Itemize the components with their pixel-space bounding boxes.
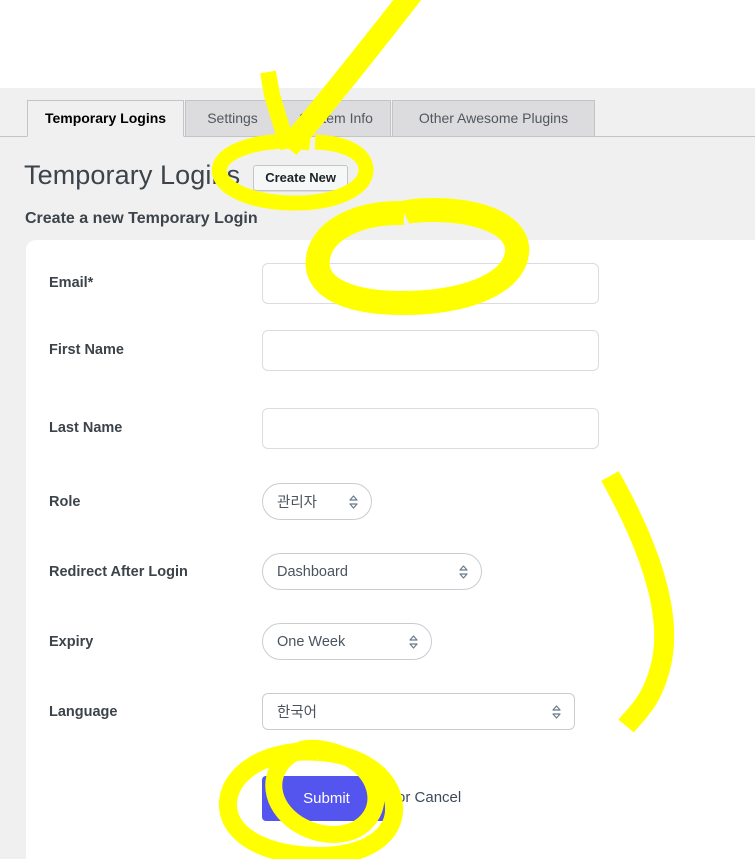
- last-name-label: Last Name: [49, 420, 123, 436]
- language-select[interactable]: 한국어: [262, 693, 575, 730]
- expiry-select-value: One Week: [277, 633, 346, 650]
- cancel-area: or Cancel: [397, 789, 461, 806]
- form-row-last-name: Last Name: [26, 408, 755, 449]
- admin-page: Temporary Logins Settings System Info Ot…: [0, 0, 755, 859]
- form-row-submit: Submit or Cancel: [26, 776, 755, 821]
- page-heading-row: Temporary Logins Create New: [24, 160, 349, 191]
- up-down-spinner-icon: [458, 564, 469, 580]
- form-row-role: Role 관리자: [26, 483, 755, 520]
- expiry-select[interactable]: One Week: [262, 623, 432, 660]
- section-subtitle: Create a new Temporary Login: [25, 210, 258, 227]
- tab-temporary-logins[interactable]: Temporary Logins: [27, 100, 184, 137]
- tab-other-awesome-plugins[interactable]: Other Awesome Plugins: [392, 100, 595, 136]
- role-label: Role: [49, 494, 81, 510]
- form-row-email: Email*: [26, 263, 755, 304]
- form-row-language: Language 한국어: [26, 693, 755, 730]
- submit-button[interactable]: Submit: [262, 776, 391, 821]
- form-row-first-name: First Name: [26, 330, 755, 371]
- page-top-white-area: [0, 0, 755, 88]
- redirect-after-login-label: Redirect After Login: [49, 564, 188, 580]
- cancel-link[interactable]: Cancel: [415, 789, 462, 806]
- up-down-spinner-icon: [408, 634, 419, 650]
- page-title: Temporary Logins: [24, 160, 241, 190]
- first-name-label: First Name: [49, 342, 124, 358]
- cancel-prefix: or: [397, 789, 415, 806]
- create-login-form-card: Email* First Name Last Name Role 관리자 Red…: [26, 240, 755, 859]
- role-select-value: 관리자: [277, 495, 318, 511]
- tab-system-info[interactable]: System Info: [281, 100, 391, 136]
- email-input[interactable]: [262, 263, 599, 304]
- role-select[interactable]: 관리자: [262, 483, 372, 520]
- up-down-spinner-icon: [551, 704, 562, 720]
- up-down-spinner-icon: [348, 494, 359, 510]
- redirect-select-value: Dashboard: [277, 563, 348, 580]
- first-name-input[interactable]: [262, 330, 599, 371]
- expiry-label: Expiry: [49, 634, 94, 650]
- tab-settings[interactable]: Settings: [185, 100, 280, 136]
- language-label: Language: [49, 704, 118, 720]
- form-row-redirect-after-login: Redirect After Login Dashboard: [26, 553, 755, 590]
- language-select-value: 한국어: [277, 705, 318, 721]
- last-name-input[interactable]: [262, 408, 599, 449]
- form-row-expiry: Expiry One Week: [26, 623, 755, 660]
- create-new-button[interactable]: Create New: [253, 165, 349, 191]
- plugin-tab-bar: Temporary Logins Settings System Info Ot…: [0, 100, 755, 137]
- email-label: Email*: [49, 275, 94, 291]
- redirect-after-login-select[interactable]: Dashboard: [262, 553, 482, 590]
